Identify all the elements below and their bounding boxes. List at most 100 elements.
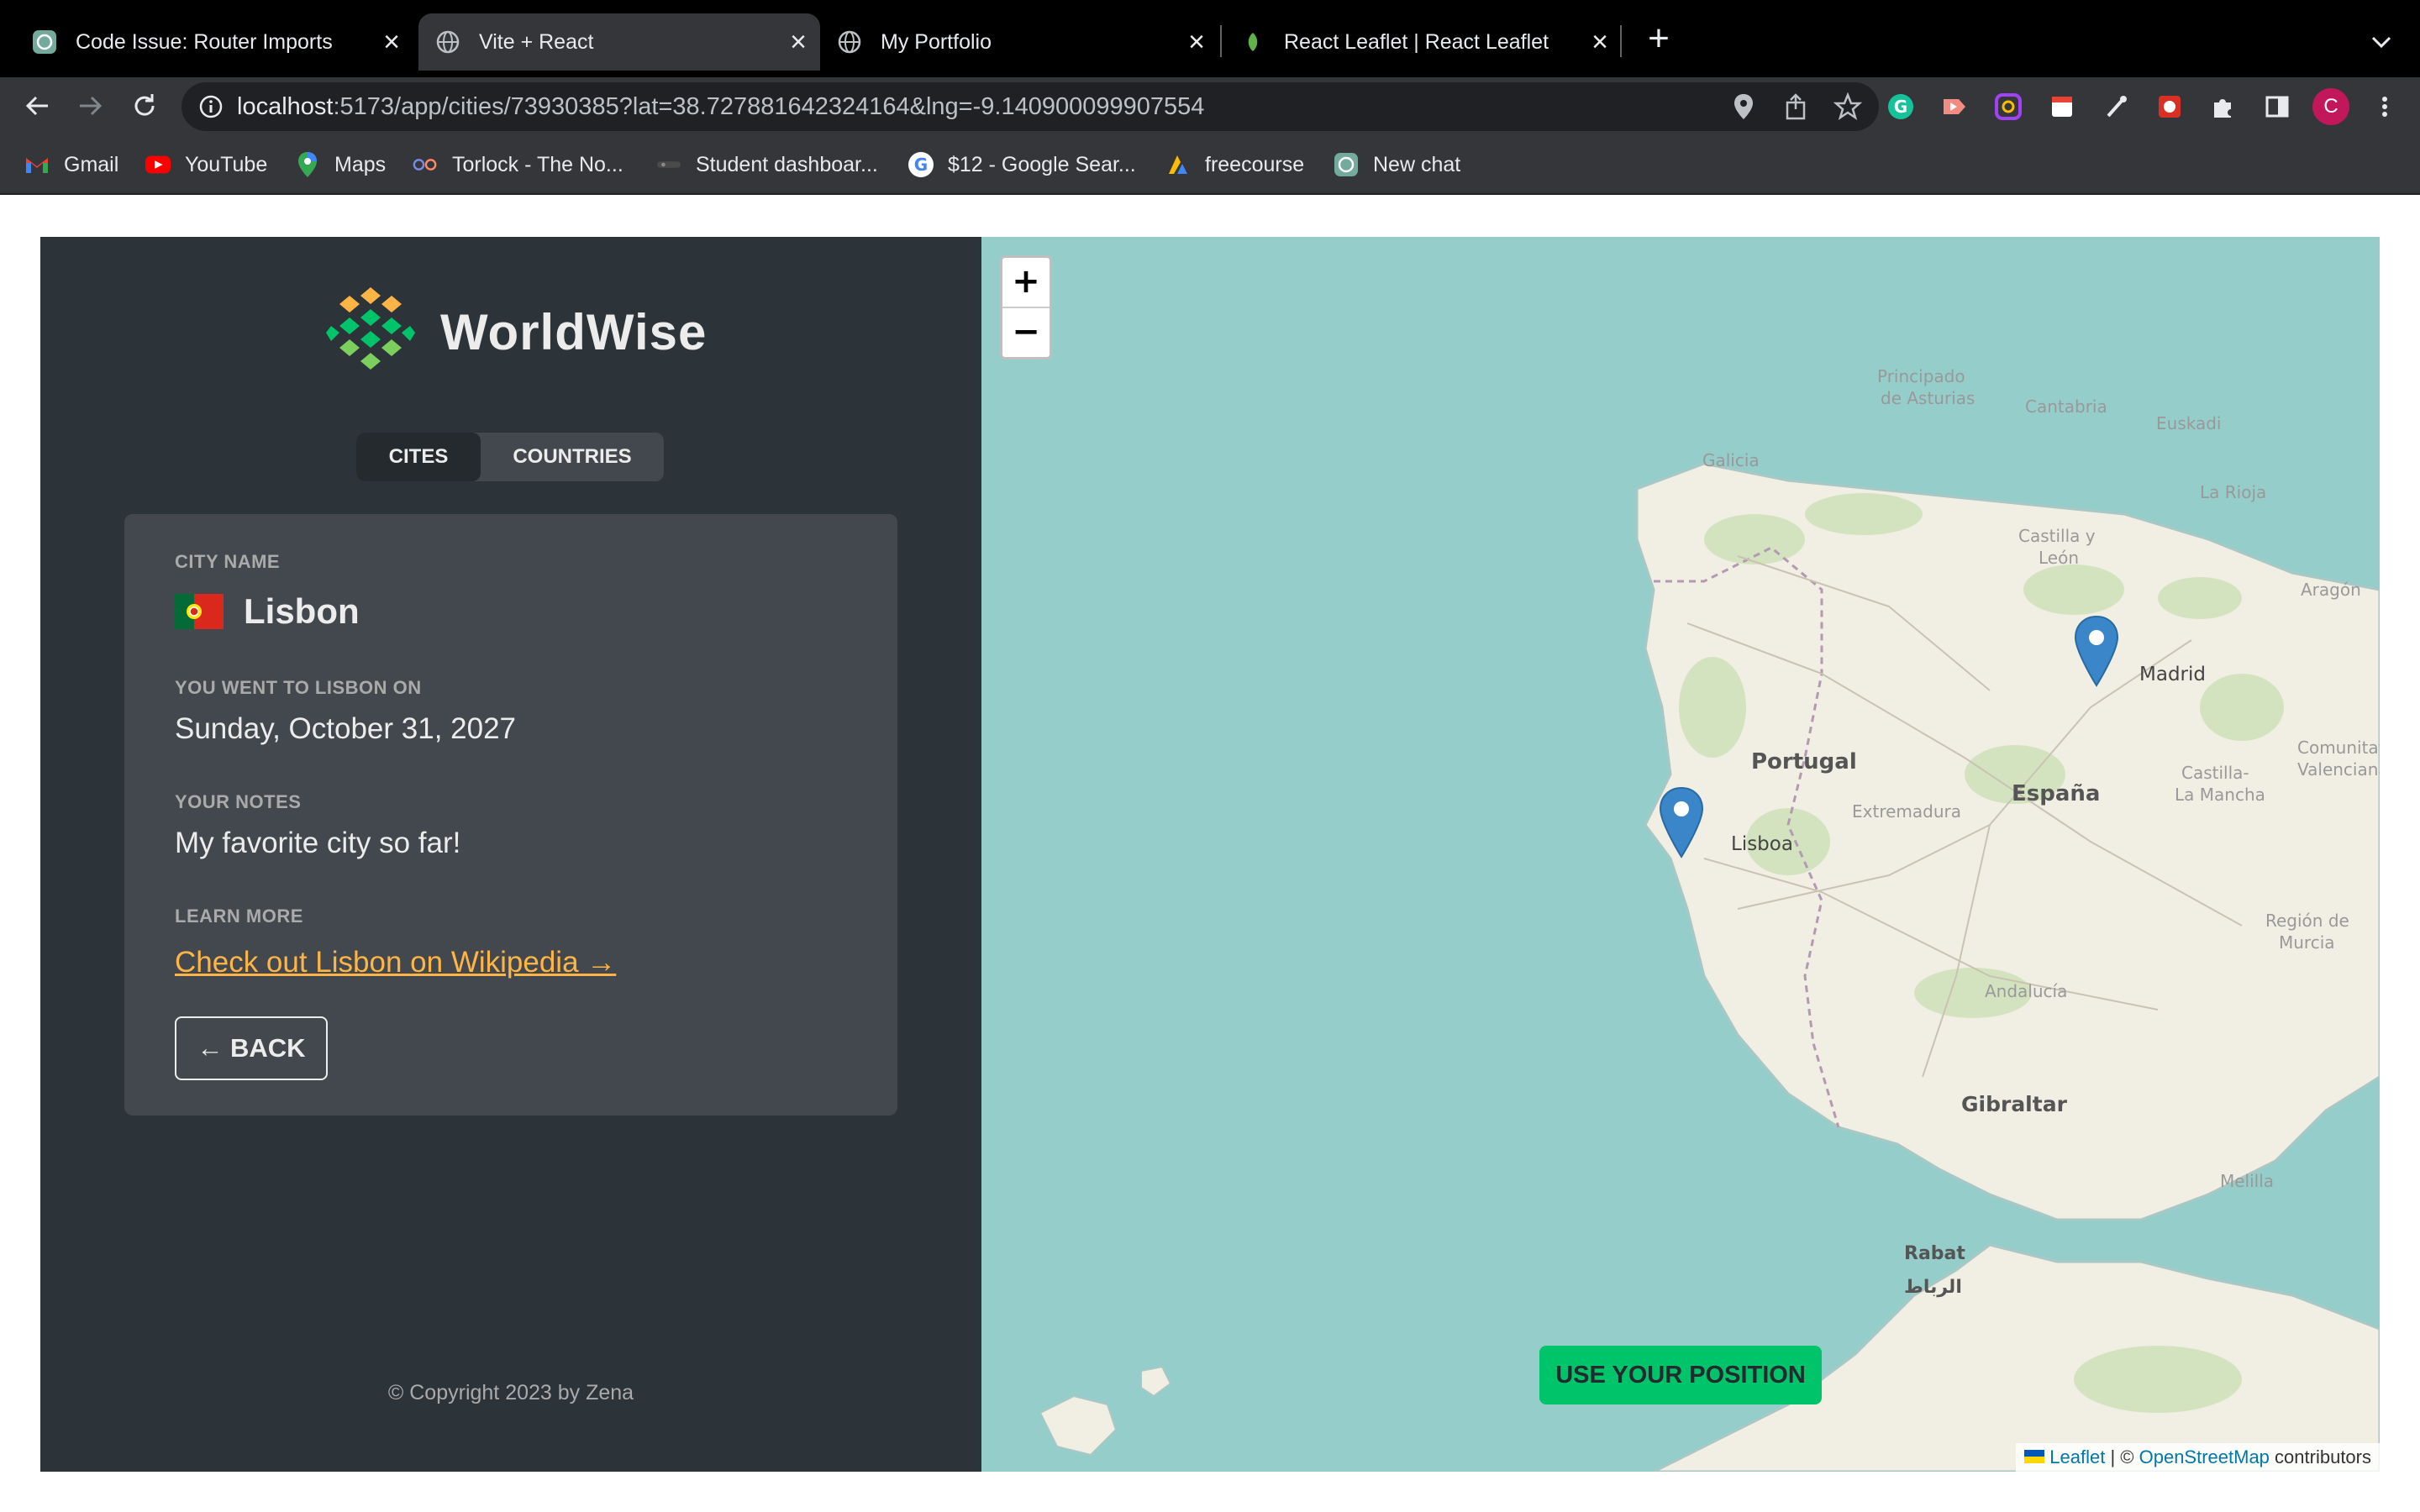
map-label: Madrid <box>2139 664 2206 685</box>
map-label: Comunitat <box>2297 738 2380 758</box>
bookmark-youtube[interactable]: YouTube <box>145 148 267 181</box>
notes-extension-icon[interactable] <box>2044 88 2081 125</box>
logo-text: WorldWise <box>440 304 708 360</box>
video-extension-icon[interactable] <box>1936 88 1973 125</box>
puzzle-icon[interactable] <box>2205 88 2242 125</box>
city-name-row: Lisbon <box>175 591 360 632</box>
back-arrow-icon[interactable] <box>15 84 59 128</box>
chevron-down-icon[interactable] <box>2365 25 2398 59</box>
google-icon: G <box>908 151 934 178</box>
wikipedia-link[interactable]: Check out Lisbon on Wikipedia → <box>175 946 616 979</box>
new-tab-button[interactable]: + <box>1640 20 1677 59</box>
close-icon[interactable]: × <box>1585 26 1615 58</box>
close-icon[interactable]: × <box>376 26 407 58</box>
kebab-menu-icon[interactable] <box>2366 88 2403 125</box>
map-label: Valenciana <box>2297 759 2380 780</box>
map-label: Principado <box>1877 366 1965 386</box>
notes-text: My favorite city so far! <box>175 827 461 859</box>
close-icon[interactable]: × <box>783 26 813 58</box>
map-attribution: Leaflet | © OpenStreetMap contributors <box>2016 1443 2380 1472</box>
map-label: La Mancha <box>2175 785 2265 805</box>
reload-icon[interactable] <box>123 84 166 128</box>
browser-tab-react-leaflet[interactable]: React Leaflet | React Leaflet × <box>1240 13 1615 71</box>
profile-avatar[interactable]: C <box>2312 88 2349 125</box>
bookmark-label: Torlock - The No... <box>452 152 623 176</box>
browser-toolbar: localhost:5173/app/cities/73930385?lat=3… <box>0 77 2420 136</box>
map-label: Extremadura <box>1852 801 1961 822</box>
share-icon[interactable] <box>1780 91 1812 123</box>
zoom-in-button[interactable]: + <box>1002 258 1050 308</box>
use-your-position-button[interactable]: USE YOUR POSITION <box>1539 1346 1822 1404</box>
bookmark-label: Maps <box>334 152 387 176</box>
tab-separator <box>1220 25 1222 57</box>
bookmark-freecourse[interactable]: freecourse <box>1165 148 1304 181</box>
learn-more-label: Learn more <box>175 906 303 927</box>
info-icon[interactable] <box>198 94 224 119</box>
map-label: Rabat <box>1904 1243 1965 1264</box>
bookmark-google-search[interactable]: G $12 - Google Sear... <box>908 148 1136 181</box>
bookmark-label: YouTube <box>185 152 268 176</box>
map-label: Melilla <box>2220 1171 2275 1191</box>
portugal-flag-icon <box>175 594 224 629</box>
openstreetmap-link[interactable]: OpenStreetMap <box>2139 1446 2270 1467</box>
extensions-row: G C <box>1882 82 2403 131</box>
red-extension-icon[interactable] <box>2151 88 2188 125</box>
map-label: España <box>2012 781 2101 806</box>
bookmark-label: freecourse <box>1205 152 1305 176</box>
forward-arrow-icon[interactable] <box>69 84 113 128</box>
bookmark-torlock[interactable]: Torlock - The No... <box>412 148 623 181</box>
map-label: Portugal <box>1751 749 1857 774</box>
logo[interactable]: WorldWise <box>324 284 707 381</box>
tab-cities[interactable]: CITES <box>356 433 481 481</box>
back-button[interactable]: ← BACK <box>175 1016 328 1080</box>
map-label: Castilla- <box>2181 763 2249 783</box>
browser-tab-my-portfolio[interactable]: My Portfolio × <box>837 13 1212 71</box>
browser-tab-code-issue[interactable]: Code Issue: Router Imports × <box>32 13 407 71</box>
map-label: León <box>2039 548 2080 568</box>
map-label: de Asturias <box>1881 388 1975 408</box>
zoom-control: + − <box>1000 255 1052 360</box>
copyright: © Copyright 2023 by Zena <box>387 1381 634 1404</box>
eyedropper-icon[interactable] <box>2097 88 2134 125</box>
visit-date: Sunday, October 31, 2027 <box>175 712 517 745</box>
map-label: Lisboa <box>1731 833 1793 855</box>
bookmark-new-chat[interactable]: New chat <box>1333 148 1460 181</box>
city-details-card: City name Lisbon You went to Lisbon on S… <box>124 514 897 1116</box>
bookmark-label: New chat <box>1373 152 1461 176</box>
notes-label: Your notes <box>175 791 302 812</box>
map-marker-icon <box>1659 786 1704 858</box>
marker-lisboa[interactable] <box>1659 786 1704 858</box>
bookmark-maps[interactable]: Maps <box>294 148 386 181</box>
map-label: Andalucía <box>1985 981 2068 1001</box>
tab-title: My Portfolio <box>881 29 992 54</box>
bookmarks-bar: Gmail YouTube Maps Torlock - The No... S… <box>0 136 2420 195</box>
close-icon[interactable]: × <box>1181 26 1212 58</box>
svg-text:G: G <box>914 155 928 175</box>
color-ring-icon[interactable] <box>1990 88 2027 125</box>
bookmark-student-dashboard[interactable]: Student dashboar... <box>655 148 878 181</box>
sidepanel-icon[interactable] <box>2259 88 2296 125</box>
map-label: Región de <box>2265 911 2349 931</box>
svg-text:G: G <box>1894 97 1907 117</box>
star-icon[interactable] <box>1832 91 1864 123</box>
map[interactable]: + − Principado de Asturias Cantabria Eus… <box>981 237 2380 1472</box>
browser-tab-bar: Code Issue: Router Imports × Vite + Reac… <box>0 0 2420 77</box>
map-marker-icon <box>2074 615 2119 687</box>
marker-madrid[interactable] <box>2074 615 2119 687</box>
url-host: localhost <box>237 93 334 120</box>
tab-title: React Leaflet | React Leaflet <box>1284 29 1549 54</box>
url-text: localhost:5173/app/cities/73930385?lat=3… <box>237 82 1204 131</box>
bookmark-label: $12 - Google Sear... <box>948 152 1136 176</box>
bookmark-gmail[interactable]: Gmail <box>24 148 118 181</box>
tab-countries[interactable]: COUNTRIES <box>481 433 664 481</box>
zoom-out-button[interactable]: − <box>1002 308 1050 357</box>
leaf-icon <box>1240 29 1265 55</box>
island <box>1140 1365 1172 1398</box>
browser-tab-vite-react[interactable]: Vite + React × <box>418 13 820 71</box>
address-bar[interactable]: localhost:5173/app/cities/73930385?lat=3… <box>182 82 1879 131</box>
attribution-contributors: contributors <box>2275 1446 2371 1467</box>
cities-countries-tabs: CITES COUNTRIES <box>356 433 664 481</box>
location-pin-icon[interactable] <box>1728 91 1760 123</box>
grammarly-icon[interactable]: G <box>1882 88 1919 125</box>
leaflet-link[interactable]: Leaflet <box>2049 1446 2105 1467</box>
